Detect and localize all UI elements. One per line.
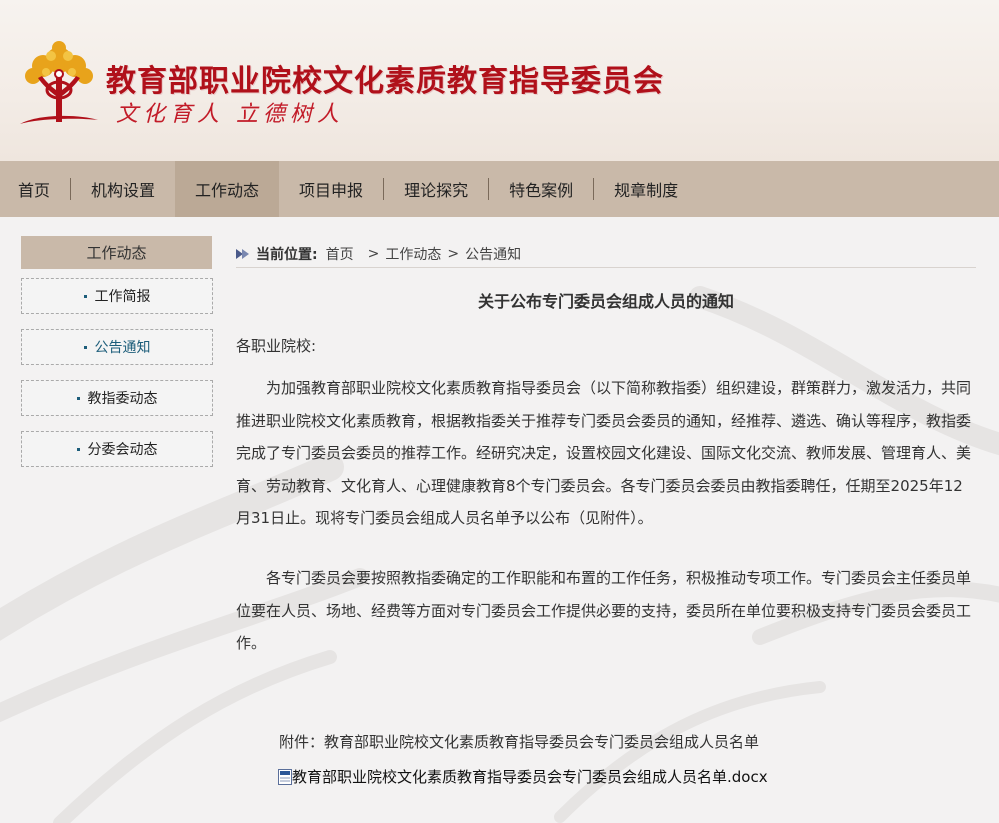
bullet-icon — [76, 396, 80, 400]
site-slogan: 文化育人 立德树人 — [116, 102, 344, 127]
nav-item-home[interactable]: 首页 — [0, 161, 70, 217]
breadcrumb-home-link[interactable]: 首页 — [326, 244, 354, 264]
sidebar-item-label: 教指委动态 — [87, 391, 158, 407]
nav-item-rules[interactable]: 规章制度 — [594, 161, 698, 217]
attachment-download-link[interactable]: 教育部职业院校文化素质教育指导委员会专门委员会组成人员名单.docx — [278, 766, 768, 787]
main-nav: 首页 机构设置 工作动态 项目申报 理论探究 特色案例 规章制度 — [0, 161, 999, 217]
breadcrumb-separator: > — [447, 245, 460, 262]
site-title: 教育部职业院校文化素质教育指导委员会 — [106, 64, 664, 99]
bullet-icon — [83, 345, 87, 349]
sidebar-heading: 工作动态 — [21, 236, 212, 269]
article-greeting: 各职业院校: — [236, 337, 317, 355]
sidebar-item-work-brief[interactable]: 工作简报 — [21, 278, 213, 314]
nav-item-work-news[interactable]: 工作动态 — [175, 161, 280, 217]
sidebar-item-subcommittee-news[interactable]: 分委会动态 — [21, 431, 213, 467]
site-header: 教育部职业院校文化素质教育指导委员会 文化育人 立德树人 — [0, 0, 999, 161]
breadcrumb: 当前位置: 首页 > 工作动态 > 公告通知 — [236, 240, 976, 268]
article-paragraph: 为加强教育部职业院校文化素质教育指导委员会（以下简称教指委）组织建设，群策群力，… — [236, 379, 972, 527]
breadcrumb-page-link[interactable]: 公告通知 — [465, 244, 521, 264]
attachment-label: 附件：教育部职业院校文化素质教育指导委员会专门委员会组成人员名单 — [279, 733, 760, 751]
article-paragraph: 各专门委员会要按照教指委确定的工作职能和布置的工作任务，积极推动专项工作。专门委… — [236, 569, 972, 652]
breadcrumb-section-link[interactable]: 工作动态 — [385, 244, 441, 264]
sidebar-item-label: 工作简报 — [94, 289, 151, 305]
attachment-filename: 教育部职业院校文化素质教育指导委员会专门委员会组成人员名单.docx — [292, 768, 768, 786]
nav-item-organization[interactable]: 机构设置 — [71, 161, 175, 217]
breadcrumb-separator: > — [367, 245, 380, 262]
sidebar-item-label: 分委会动态 — [87, 442, 158, 458]
article-title: 关于公布专门委员会组成人员的通知 — [477, 292, 734, 311]
bullet-icon — [83, 294, 87, 298]
sidebar-item-label: 公告通知 — [94, 340, 151, 356]
nav-item-theory[interactable]: 理论探究 — [384, 161, 488, 217]
bullet-icon — [76, 447, 80, 451]
nav-item-project-apply[interactable]: 项目申报 — [279, 161, 383, 217]
nav-item-cases[interactable]: 特色案例 — [489, 161, 593, 217]
tree-logo-icon[interactable] — [18, 38, 100, 126]
double-arrow-icon — [236, 248, 249, 259]
sidebar-item-committee-news[interactable]: 教指委动态 — [21, 380, 213, 416]
sidebar-item-announcements[interactable]: 公告通知 — [21, 329, 213, 365]
word-document-icon — [278, 768, 292, 785]
breadcrumb-lead: 当前位置: — [256, 246, 318, 263]
